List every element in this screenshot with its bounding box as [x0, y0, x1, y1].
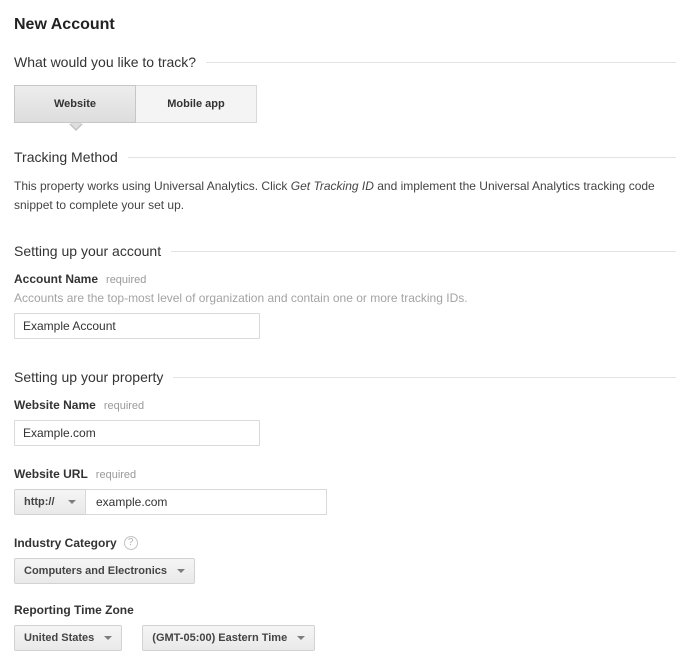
- tab-website[interactable]: Website: [14, 85, 136, 123]
- account-name-input[interactable]: [14, 313, 260, 339]
- timezone-value: (GMT-05:00) Eastern Time: [152, 632, 287, 644]
- website-url-input[interactable]: [85, 489, 327, 515]
- account-section-title: Setting up your account: [14, 243, 171, 259]
- industry-category-row: Computers and Electronics: [14, 558, 676, 584]
- section-divider: [171, 251, 676, 252]
- property-section-title: Setting up your property: [14, 369, 173, 385]
- selected-tab-pointer-icon: [69, 124, 83, 131]
- chevron-down-icon: [297, 636, 305, 640]
- help-icon[interactable]: ?: [124, 536, 138, 550]
- industry-category-dropdown[interactable]: Computers and Electronics: [14, 558, 195, 584]
- industry-category-value: Computers and Electronics: [24, 565, 167, 577]
- tracking-desc-text: This property works using Universal Anal…: [14, 179, 291, 193]
- account-name-label: Account Name: [14, 272, 98, 286]
- website-name-label-row: Website Name required: [14, 398, 676, 412]
- country-dropdown[interactable]: United States: [14, 625, 122, 651]
- website-name-label: Website Name: [14, 398, 96, 412]
- page-title: New Account: [14, 16, 676, 34]
- section-divider: [128, 157, 676, 158]
- website-name-input[interactable]: [14, 420, 260, 446]
- required-badge: required: [106, 274, 146, 286]
- track-type-tabs: Website Mobile app: [14, 85, 676, 123]
- industry-category-label-row: Industry Category ?: [14, 536, 676, 550]
- tracking-method-description: This property works using Universal Anal…: [14, 177, 674, 215]
- chevron-down-icon: [104, 636, 112, 640]
- website-url-label-row: Website URL required: [14, 467, 676, 481]
- tracking-method-title: Tracking Method: [14, 149, 128, 165]
- new-account-form: New Account What would you like to track…: [0, 0, 694, 661]
- section-divider: [173, 377, 676, 378]
- country-value: United States: [24, 632, 94, 644]
- timezone-dropdown[interactable]: (GMT-05:00) Eastern Time: [142, 625, 315, 651]
- property-section-header: Setting up your property: [14, 369, 676, 385]
- chevron-down-icon: [68, 500, 76, 504]
- account-name-helper: Accounts are the top-most level of organ…: [14, 291, 676, 305]
- time-zone-row: United States (GMT-05:00) Eastern Time: [14, 625, 676, 651]
- url-protocol-dropdown[interactable]: http://: [14, 489, 86, 515]
- website-url-row: http://: [14, 489, 676, 515]
- required-badge: required: [96, 469, 136, 481]
- track-section-header: What would you like to track?: [14, 54, 676, 70]
- tracking-method-header: Tracking Method: [14, 149, 676, 165]
- account-name-label-row: Account Name required: [14, 272, 676, 286]
- section-divider: [206, 62, 676, 63]
- industry-category-label: Industry Category: [14, 536, 117, 550]
- required-badge: required: [104, 400, 144, 412]
- chevron-down-icon: [177, 569, 185, 573]
- website-url-label: Website URL: [14, 467, 88, 481]
- url-protocol-value: http://: [24, 496, 55, 508]
- tab-website-label: Website: [54, 98, 96, 110]
- track-section-title: What would you like to track?: [14, 54, 206, 70]
- account-section-header: Setting up your account: [14, 243, 676, 259]
- tab-mobile-app[interactable]: Mobile app: [135, 85, 257, 123]
- tab-mobile-app-label: Mobile app: [167, 98, 224, 110]
- get-tracking-id-text: Get Tracking ID: [291, 179, 374, 193]
